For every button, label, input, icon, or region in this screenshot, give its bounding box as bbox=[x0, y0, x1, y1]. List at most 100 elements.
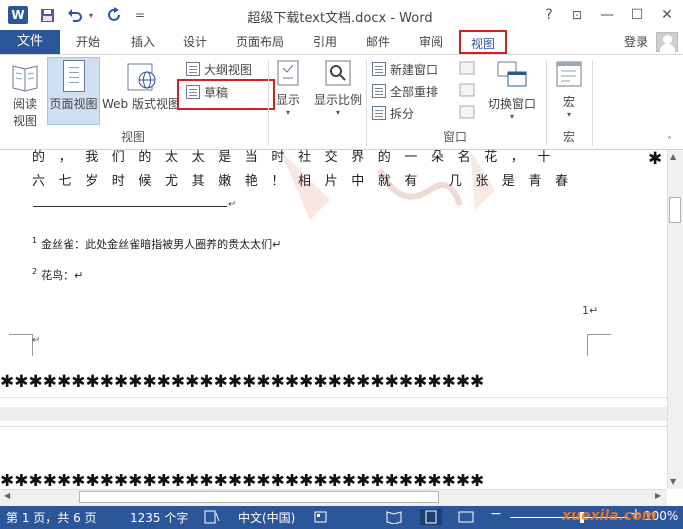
footnote-separator bbox=[33, 206, 227, 207]
zoom-label: 显示比例 bbox=[313, 93, 362, 107]
print-layout-button[interactable]: 页面视图 bbox=[47, 57, 100, 125]
customize-quick-access-icon[interactable]: = bbox=[134, 6, 146, 24]
maximize-button[interactable]: ☐ bbox=[625, 4, 649, 26]
split-label: 拆分 bbox=[390, 106, 415, 121]
print-layout-icon bbox=[62, 60, 85, 92]
web-layout-label: Web 版式视图 bbox=[102, 97, 180, 111]
horizontal-scroll-thumb[interactable] bbox=[79, 491, 439, 503]
page-border-right: ✱ ✱ ✱ ✱ ✱ ✱ ✱ ✱ ✱ ✱ ✱ ✱ bbox=[648, 150, 664, 169]
switch-windows-icon bbox=[497, 60, 527, 92]
macros-button[interactable]: 宏 ▾ bbox=[552, 58, 586, 130]
outline-icon bbox=[186, 62, 200, 76]
undo-dropdown-icon[interactable]: ▾ bbox=[86, 6, 96, 24]
outline-button[interactable]: 大纲视图 bbox=[186, 59, 252, 79]
tab-home[interactable]: 开始 bbox=[68, 30, 108, 54]
tab-file[interactable]: 文件 bbox=[0, 30, 60, 54]
draft-highlight-box bbox=[177, 79, 275, 110]
macros-icon bbox=[556, 60, 582, 90]
help-button[interactable]: ? bbox=[537, 4, 561, 26]
tab-mailings[interactable]: 邮件 bbox=[358, 30, 398, 54]
switch-windows-dropdown-icon: ▾ bbox=[509, 112, 514, 121]
footnote-1[interactable]: 1 金丝雀：此处金丝雀暗指被男人圈养的贵太太们↵ bbox=[32, 236, 281, 252]
page-count[interactable]: 第 1 页，共 6 页 bbox=[6, 509, 97, 526]
show-dropdown-icon: ▾ bbox=[285, 108, 290, 117]
arrange-all-icon bbox=[372, 84, 386, 98]
tab-view[interactable]: 视图 bbox=[459, 30, 507, 54]
show-label: 显示 bbox=[275, 93, 300, 107]
tab-insert[interactable]: 插入 bbox=[123, 30, 163, 54]
save-icon[interactable] bbox=[38, 6, 56, 24]
zoom-magnifier-icon bbox=[325, 60, 351, 88]
collapse-ribbon-icon[interactable]: ˄ bbox=[667, 136, 672, 147]
macro-record-icon[interactable] bbox=[314, 510, 328, 527]
group-label-window: 窗口 bbox=[442, 130, 467, 144]
read-mode-icon bbox=[11, 60, 39, 92]
scroll-down-icon[interactable]: ▼ bbox=[670, 477, 676, 486]
print-layout-label: 页面视图 bbox=[49, 97, 98, 111]
scroll-right-icon[interactable]: ▶ bbox=[655, 491, 661, 500]
web-layout-status-icon[interactable] bbox=[458, 510, 474, 527]
page-number: 1↵ bbox=[582, 304, 599, 317]
print-layout-status-icon[interactable] bbox=[420, 509, 442, 525]
site-watermark: xuexila.com bbox=[562, 508, 657, 524]
web-layout-icon bbox=[127, 60, 156, 92]
zoom-button[interactable]: 显示比例 ▾ bbox=[310, 58, 366, 130]
tab-page-layout[interactable]: 页面布局 bbox=[230, 30, 290, 54]
word-count[interactable]: 1235 个字 bbox=[130, 509, 188, 526]
read-mode-label-1: 阅读 bbox=[12, 97, 37, 111]
read-mode-label-2: 视图 bbox=[12, 114, 37, 128]
scroll-up-icon[interactable]: ▲ bbox=[670, 152, 676, 161]
side-by-side-icons[interactable] bbox=[457, 60, 477, 124]
web-layout-button[interactable]: Web 版式视图 bbox=[101, 58, 181, 130]
redo-icon[interactable] bbox=[106, 6, 124, 24]
new-window-button[interactable]: 新建窗口 bbox=[372, 59, 438, 79]
footnote-2-text: 花鸟：↵ bbox=[41, 269, 84, 282]
vertical-scroll-thumb[interactable] bbox=[669, 197, 681, 223]
macros-label: 宏 bbox=[562, 95, 575, 109]
minimize-button[interactable]: — bbox=[595, 4, 619, 26]
page-gap-shade bbox=[0, 407, 667, 421]
avatar[interactable] bbox=[656, 32, 678, 52]
zoom-dropdown-icon: ▾ bbox=[335, 108, 340, 117]
body-text-line-2[interactable]: 六七岁时候尤其嫩艳！相片中就有 几张是青春 bbox=[32, 170, 582, 189]
scroll-left-icon[interactable]: ◀ bbox=[4, 491, 10, 500]
tab-references[interactable]: 引用 bbox=[305, 30, 345, 54]
footnote-1-number: 1 bbox=[32, 236, 38, 246]
read-mode-button[interactable]: 阅读 视图 bbox=[6, 58, 44, 130]
group-divider bbox=[592, 60, 593, 146]
page-2-border-top: ✱✱✱✱✱✱✱✱✱✱✱✱✱✱✱✱✱✱✱✱✱✱✱✱✱✱✱✱✱✱✱✱✱✱ bbox=[0, 474, 485, 489]
arrange-all-button[interactable]: 全部重排 bbox=[372, 81, 438, 101]
sign-in-link[interactable]: 登录 bbox=[624, 30, 648, 54]
group-divider bbox=[546, 60, 547, 146]
footnote-1-text: 金丝雀：此处金丝雀暗指被男人圈养的贵太太们↵ bbox=[41, 238, 282, 251]
macros-dropdown-icon: ▾ bbox=[566, 110, 571, 119]
switch-windows-button[interactable]: 切换窗口 ▾ bbox=[485, 58, 539, 130]
page-border-bottom: ✱✱✱✱✱✱✱✱✱✱✱✱✱✱✱✱✱✱✱✱✱✱✱✱✱✱✱✱✱✱✱✱✱✱ bbox=[0, 372, 485, 392]
tab-design[interactable]: 设计 bbox=[175, 30, 215, 54]
body-text-line-1[interactable]: 的，我们的太太是当时社交界的一朵名花，十 bbox=[32, 146, 564, 165]
group-divider bbox=[268, 60, 269, 146]
show-button[interactable]: 显示 ▾ bbox=[271, 58, 305, 130]
group-label-macros: 宏 bbox=[562, 130, 575, 144]
paragraph-mark-footer: ↵ bbox=[32, 335, 41, 346]
tab-review[interactable]: 审阅 bbox=[411, 30, 451, 54]
ribbon-display-options-button[interactable]: ⊡ bbox=[565, 4, 589, 26]
zoom-out-button[interactable]: − bbox=[490, 506, 502, 522]
read-mode-status-icon[interactable] bbox=[386, 510, 402, 527]
undo-icon[interactable] bbox=[66, 6, 84, 24]
language[interactable]: 中文(中国) bbox=[238, 509, 295, 526]
split-button[interactable]: 拆分 bbox=[372, 103, 414, 123]
crop-mark-right bbox=[587, 334, 611, 356]
outline-label: 大纲视图 bbox=[204, 62, 253, 77]
footnote-2-number: 2 bbox=[32, 267, 38, 277]
proofing-icon[interactable] bbox=[204, 510, 220, 527]
switch-windows-label: 切换窗口 bbox=[487, 97, 536, 111]
crop-mark-left bbox=[9, 334, 33, 356]
window-title: 超级下载text文档.docx - Word bbox=[247, 11, 433, 26]
show-icon bbox=[277, 60, 299, 88]
group-label-views: 视图 bbox=[120, 130, 145, 144]
word-logo-icon[interactable]: W bbox=[8, 6, 28, 24]
footnote-2[interactable]: 2 花鸟：↵ bbox=[32, 267, 83, 283]
close-button[interactable]: ✕ bbox=[655, 4, 679, 26]
new-window-label: 新建窗口 bbox=[390, 62, 439, 77]
